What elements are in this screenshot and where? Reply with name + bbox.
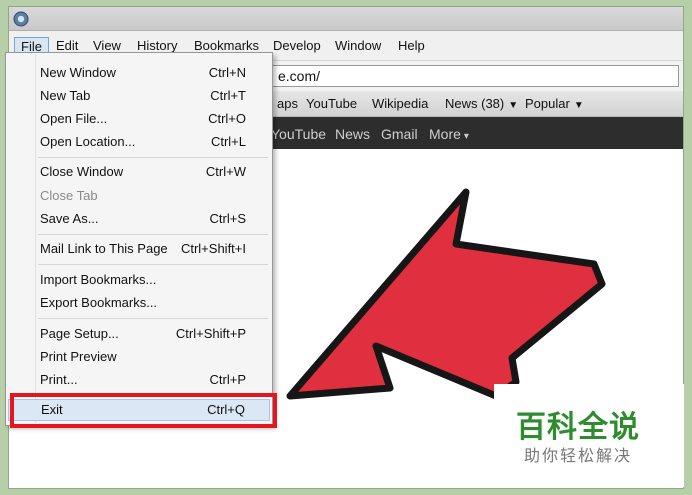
- menu-window[interactable]: Window: [329, 37, 387, 57]
- google-more-link[interactable]: More ▾: [429, 125, 469, 143]
- bookmark-news-label: News (38): [445, 96, 505, 111]
- google-gmail-link[interactable]: Gmail: [381, 125, 418, 143]
- menu-separator: [38, 234, 268, 235]
- menu-item-label: Mail Link to This Page: [40, 241, 168, 256]
- bookmark-popular-label: Popular: [525, 96, 570, 111]
- menu-item-open-location[interactable]: Open Location... Ctrl+L: [8, 131, 270, 153]
- menu-item-print-preview[interactable]: Print Preview: [8, 346, 270, 368]
- menu-item-mail-link[interactable]: Mail Link to This Page Ctrl+Shift+I: [8, 238, 270, 260]
- title-bar: [9, 7, 683, 31]
- bookmark-popular[interactable]: Popular ▼: [525, 95, 584, 113]
- file-menu-dropdown: New Window Ctrl+N New Tab Ctrl+T Open Fi…: [5, 52, 273, 426]
- menu-item-shortcut: Ctrl+Shift+I: [180, 241, 246, 256]
- menu-item-shortcut: Ctrl+S: [209, 211, 246, 226]
- watermark-title: 百科全说: [516, 411, 640, 444]
- menu-separator: [38, 318, 268, 319]
- menu-item-shortcut: Ctrl+O: [208, 111, 246, 126]
- bookmark-maps[interactable]: aps: [277, 95, 298, 113]
- menu-item-print[interactable]: Print... Ctrl+P: [8, 369, 270, 391]
- watermark-subtitle: 助你轻松解决: [524, 448, 633, 465]
- google-news-link[interactable]: News: [335, 125, 370, 143]
- menu-item-label: Page Setup...: [40, 326, 119, 341]
- menu-item-label: New Window: [40, 65, 116, 80]
- menu-item-close-window[interactable]: Close Window Ctrl+W: [8, 161, 270, 183]
- menu-item-new-window[interactable]: New Window Ctrl+N: [8, 62, 270, 84]
- menu-item-label: Open File...: [40, 111, 108, 126]
- exit-highlight-box: [10, 393, 277, 428]
- menu-help[interactable]: Help: [392, 37, 431, 57]
- menu-item-shortcut: Ctrl+W: [205, 164, 246, 179]
- chevron-down-icon: ▼: [508, 100, 519, 111]
- menu-item-label: New Tab: [40, 88, 91, 103]
- menu-item-label: Close Tab: [40, 188, 98, 203]
- menu-item-shortcut: Ctrl+T: [210, 88, 246, 103]
- menu-item-save-as[interactable]: Save As... Ctrl+S: [8, 208, 270, 230]
- menu-develop[interactable]: Develop: [267, 37, 327, 57]
- google-youtube-link[interactable]: YouTube: [271, 125, 326, 143]
- menu-item-label: Print...: [40, 372, 78, 387]
- menu-separator: [38, 264, 268, 265]
- menu-item-new-tab[interactable]: New Tab Ctrl+T: [8, 85, 270, 107]
- menu-item-close-tab: Close Tab: [8, 185, 270, 207]
- menu-item-page-setup[interactable]: Page Setup... Ctrl+Shift+P: [8, 323, 270, 345]
- menu-item-shortcut: Ctrl+P: [209, 372, 246, 387]
- chevron-down-icon: ▼: [573, 100, 584, 111]
- menu-item-shortcut: Ctrl+Shift+P: [175, 326, 246, 341]
- menu-item-shortcut: Ctrl+L: [210, 134, 246, 149]
- menu-item-export-bookmarks[interactable]: Export Bookmarks...: [8, 292, 270, 314]
- bookmark-youtube[interactable]: YouTube: [306, 95, 357, 113]
- bookmark-wikipedia[interactable]: Wikipedia: [372, 95, 428, 113]
- menu-item-label: Open Location...: [40, 134, 136, 149]
- menu-item-label: Print Preview: [40, 349, 117, 364]
- menu-separator: [38, 157, 268, 158]
- google-more-label: More: [429, 126, 461, 142]
- caret-down-icon: ▾: [463, 131, 469, 142]
- menu-item-label: Import Bookmarks...: [40, 272, 157, 287]
- watermark: 百科全说 助你轻松解决: [494, 384, 684, 487]
- menu-item-label: Save As...: [40, 211, 99, 226]
- menu-item-import-bookmarks[interactable]: Import Bookmarks...: [8, 269, 270, 291]
- menu-item-open-file[interactable]: Open File... Ctrl+O: [8, 108, 270, 130]
- browser-icon[interactable]: [13, 11, 29, 27]
- menu-item-shortcut: Ctrl+N: [208, 65, 246, 80]
- bookmark-news[interactable]: News (38) ▼: [445, 95, 518, 113]
- menu-item-label: Close Window: [40, 164, 124, 179]
- menu-item-label: Export Bookmarks...: [40, 295, 158, 310]
